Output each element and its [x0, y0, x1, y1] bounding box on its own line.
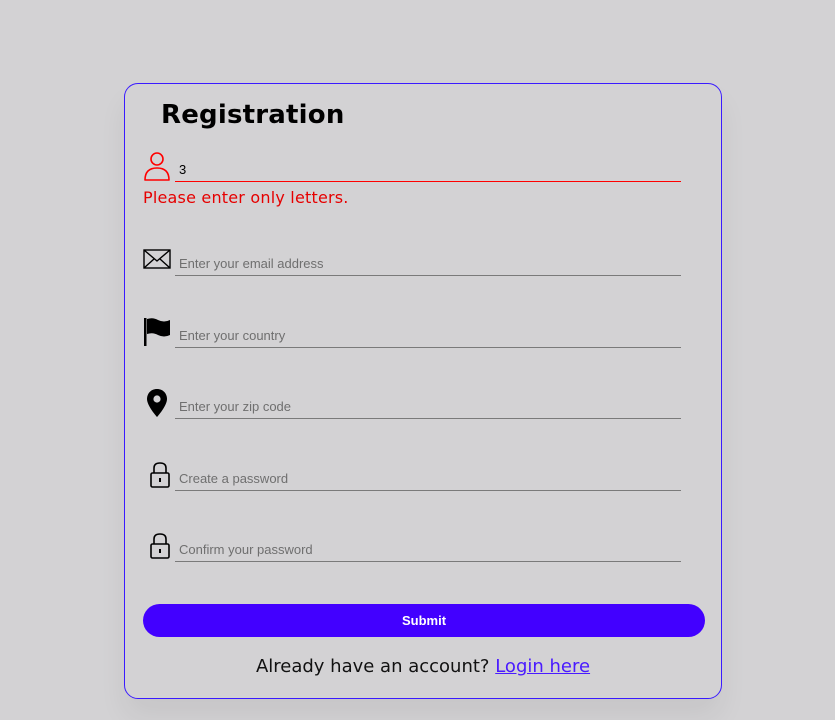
email-field-group — [143, 244, 681, 284]
create-password-input[interactable] — [175, 467, 681, 491]
user-icon — [143, 150, 173, 184]
create-password-field-group — [143, 459, 681, 499]
lock-icon — [143, 459, 173, 493]
login-link[interactable]: Login here — [495, 656, 590, 677]
country-input[interactable] — [175, 324, 681, 348]
flag-icon — [143, 316, 173, 350]
name-field-group — [143, 150, 681, 190]
zip-field-group — [143, 387, 681, 427]
email-input[interactable] — [175, 252, 681, 276]
name-input[interactable] — [175, 158, 681, 182]
submit-button[interactable]: Submit — [143, 604, 705, 637]
registration-card: Registration Please enter only letters. — [124, 83, 722, 699]
page-title: Registration — [161, 100, 345, 130]
zip-code-input[interactable] — [175, 395, 681, 419]
login-prompt: Already have an account? Login here — [125, 656, 721, 677]
lock-icon — [143, 530, 173, 564]
confirm-password-field-group — [143, 530, 681, 570]
location-pin-icon — [143, 387, 173, 421]
confirm-password-input[interactable] — [175, 538, 681, 562]
error-message: Please enter only letters. — [143, 188, 349, 207]
mail-icon — [143, 244, 173, 278]
country-field-group — [143, 316, 681, 356]
login-prompt-text: Already have an account? — [255, 656, 490, 677]
